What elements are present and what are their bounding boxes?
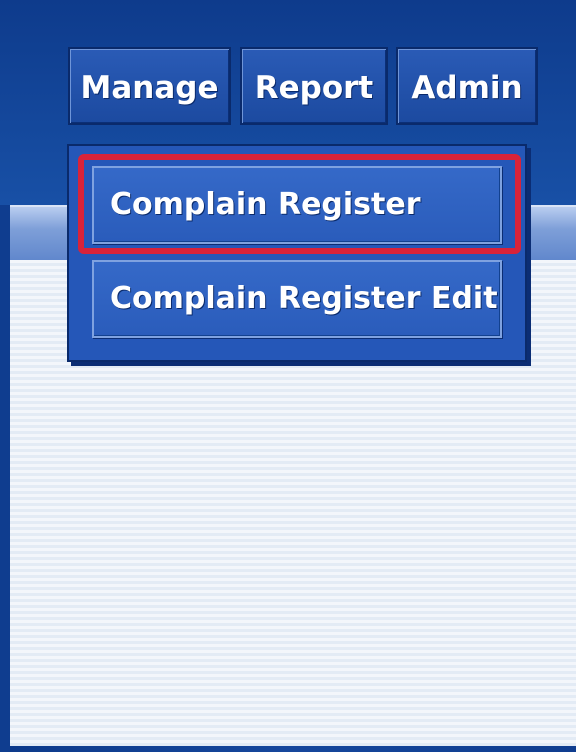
menu-tab-admin[interactable]: Admin: [396, 47, 538, 125]
menu-item-complain-register-edit[interactable]: Complain Register Edit: [92, 260, 502, 338]
menu-item-complain-register[interactable]: Complain Register: [92, 166, 502, 244]
manage-dropdown-menu: Complain Register Complain Register Edit: [67, 144, 527, 362]
menu-tab-report[interactable]: Report: [240, 47, 388, 125]
left-border: [0, 205, 10, 752]
app-window: Manage Report Admin Complain Register Co…: [0, 0, 576, 752]
menu-tab-manage[interactable]: Manage: [68, 47, 231, 125]
